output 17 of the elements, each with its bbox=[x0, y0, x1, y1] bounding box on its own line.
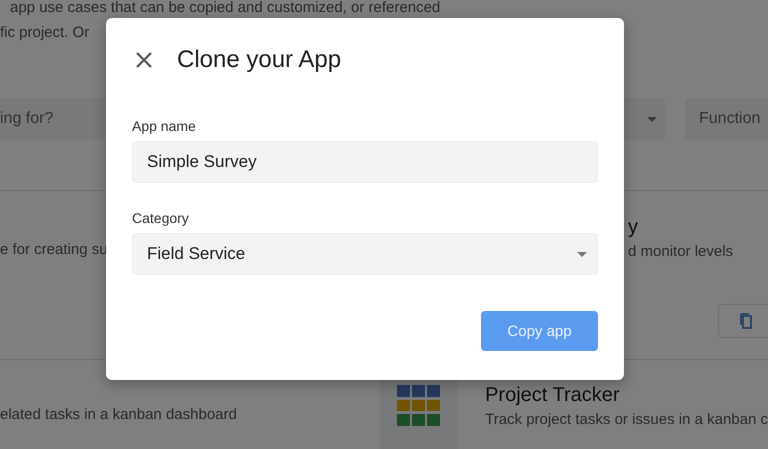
field-label: App name bbox=[132, 118, 197, 134]
intro-text: fic project. Or bbox=[0, 23, 90, 43]
kanban-grid-icon bbox=[397, 383, 442, 427]
app-name-field[interactable]: Simple Survey bbox=[132, 141, 598, 183]
dropdown-caret-icon bbox=[647, 116, 657, 122]
card-title: Project Tracker bbox=[485, 384, 620, 407]
field-label: Category bbox=[132, 210, 190, 226]
copy-icon bbox=[739, 313, 753, 329]
card-description: elated tasks in a kanban dashboard bbox=[0, 406, 237, 423]
category-select[interactable]: Field Service bbox=[132, 233, 598, 275]
card-title: y bbox=[628, 216, 638, 239]
card-description: d monitor levels bbox=[628, 243, 734, 260]
intro-text: app use cases that can be copied and customized, or referenced bbox=[10, 0, 440, 16]
dialog-title: Clone your App bbox=[177, 46, 342, 74]
dropdown-caret-icon bbox=[577, 252, 587, 256]
copy-button[interactable] bbox=[718, 304, 768, 338]
card-description: Track project tasks or issues in a kanban c bbox=[485, 411, 768, 428]
